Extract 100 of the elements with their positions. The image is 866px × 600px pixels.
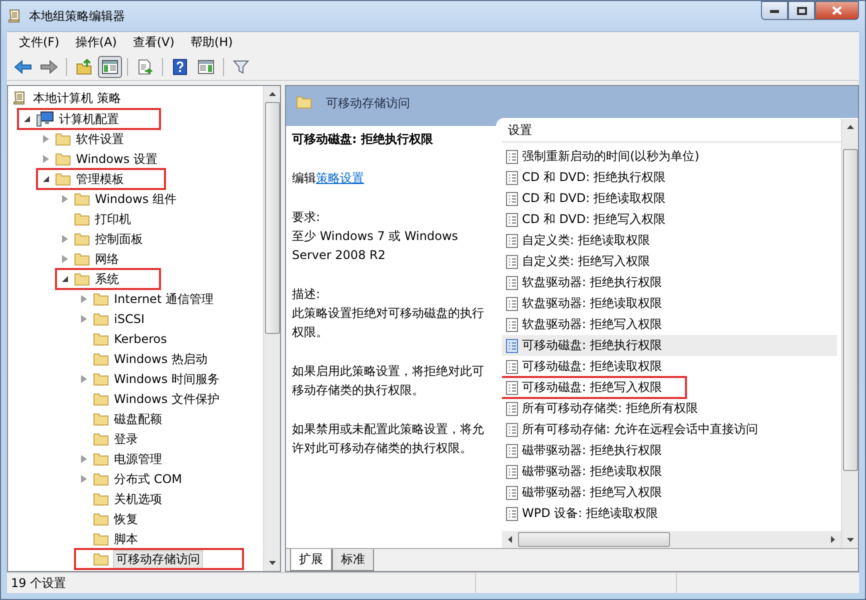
- tree-item[interactable]: 本地计算机 策略: [8, 88, 122, 108]
- tree-item[interactable]: Windows 时间服务: [75, 369, 220, 389]
- status-text: 19 个设置: [10, 574, 68, 592]
- view-tab[interactable]: 扩展: [290, 549, 332, 571]
- setting-item[interactable]: 磁带驱动器: 拒绝读取权限: [502, 461, 837, 482]
- policy-icon: [506, 402, 518, 416]
- tree-item[interactable]: 脚本: [75, 529, 139, 549]
- description-paragraph: 如果禁用或未配置此策略设置，将允许对此可移动存储类的执行权限。: [292, 421, 485, 457]
- expand-arrow-icon[interactable]: [62, 195, 68, 203]
- expand-arrow-icon[interactable]: [81, 475, 87, 483]
- setting-item[interactable]: 软盘驱动器: 拒绝读取权限: [502, 293, 837, 314]
- policy-icon: [506, 318, 518, 332]
- forward-arrow-icon: [40, 60, 58, 74]
- tree-item[interactable]: 分布式 COM: [75, 469, 183, 489]
- folder-icon: [93, 532, 109, 546]
- expand-arrow-icon[interactable]: [62, 255, 68, 263]
- menu-item[interactable]: 操作(A): [67, 32, 125, 53]
- tree-item[interactable]: iSCSI: [75, 309, 146, 329]
- tree-item[interactable]: 恢复: [75, 509, 139, 529]
- setting-item[interactable]: 软盘驱动器: 拒绝写入权限: [502, 314, 837, 335]
- toolbar-button[interactable]: [98, 56, 122, 78]
- expand-arrow-icon[interactable]: [81, 455, 87, 463]
- policy-icon: [506, 192, 518, 206]
- tree-item[interactable]: Windows 热启动: [75, 349, 208, 369]
- scroll-thumb[interactable]: [842, 149, 858, 471]
- setting-item[interactable]: 磁带驱动器: 拒绝写入权限: [502, 482, 837, 503]
- folder-icon: [93, 352, 109, 366]
- policy-icon: [506, 234, 518, 248]
- scroll-left-icon: [508, 536, 512, 543]
- folder-icon: [93, 512, 109, 526]
- scrollbar[interactable]: [502, 531, 841, 548]
- expand-arrow-icon[interactable]: [81, 375, 87, 383]
- requirements-text: 至少 Windows 7 或 Windows Server 2008 R2: [292, 228, 460, 264]
- expand-arrow-icon[interactable]: [81, 295, 87, 303]
- setting-item[interactable]: 所有可移动存储类: 拒绝所有权限: [502, 398, 837, 419]
- collapse-arrow-icon[interactable]: [24, 116, 30, 122]
- tree-item[interactable]: 控制面板: [56, 229, 144, 249]
- scroll-thumb[interactable]: [264, 102, 280, 334]
- collapse-arrow-icon[interactable]: [62, 276, 68, 282]
- tree-item[interactable]: 管理模板: [37, 169, 165, 189]
- setting-item[interactable]: WPD 设备: 拒绝读取权限: [502, 503, 837, 524]
- folder-icon: [296, 95, 312, 109]
- setting-item[interactable]: 自定义类: 拒绝写入权限: [502, 251, 837, 272]
- tree-item[interactable]: 系统: [56, 269, 160, 289]
- description-paragraph: 此策略设置拒绝对可移动磁盘的执行权限。: [292, 305, 485, 341]
- minimize-button[interactable]: [761, 1, 788, 20]
- tree-item[interactable]: Internet 通信管理: [75, 289, 214, 309]
- setting-item[interactable]: 可移动磁盘: 拒绝读取权限: [502, 356, 837, 377]
- scroll-up-icon: [268, 92, 276, 96]
- tree-item[interactable]: 登录: [75, 429, 139, 449]
- scroll-down-icon: [268, 561, 276, 565]
- tree-item[interactable]: 打印机: [56, 209, 132, 229]
- tree-item[interactable]: Windows 设置: [37, 149, 158, 169]
- expand-arrow-icon[interactable]: [62, 235, 68, 243]
- expand-arrow-icon[interactable]: [81, 315, 87, 323]
- setting-item[interactable]: CD 和 DVD: 拒绝读取权限: [502, 188, 837, 209]
- column-header[interactable]: 设置: [502, 119, 841, 143]
- setting-item[interactable]: CD 和 DVD: 拒绝执行权限: [502, 167, 837, 188]
- setting-item[interactable]: 所有可移动存储: 允许在远程会话中直接访问: [502, 419, 837, 440]
- menu-item[interactable]: 帮助(H): [182, 32, 241, 53]
- setting-item[interactable]: 可移动磁盘: 拒绝执行权限: [502, 335, 837, 356]
- policy-icon: [506, 444, 518, 458]
- setting-item[interactable]: 强制重新启动的时间(以秒为单位): [502, 146, 837, 167]
- edit-policy-text: 编辑策略设置: [292, 170, 365, 187]
- scrollbar[interactable]: [263, 86, 280, 571]
- tree-item[interactable]: Windows 组件: [56, 189, 178, 209]
- tree-item[interactable]: Windows 文件保护: [75, 389, 220, 409]
- menu-item[interactable]: 查看(V): [124, 32, 182, 53]
- tree-item[interactable]: 电源管理: [75, 449, 163, 469]
- maximize-button[interactable]: [788, 1, 815, 20]
- tree-item[interactable]: 软件设置: [37, 129, 125, 149]
- folder-icon: [55, 152, 71, 166]
- collapse-arrow-icon[interactable]: [43, 176, 49, 182]
- filter-icon: [233, 58, 249, 74]
- expand-arrow-icon[interactable]: [43, 155, 49, 163]
- close-button[interactable]: [815, 1, 859, 20]
- menu-item[interactable]: 文件(F): [11, 32, 68, 53]
- tree-item[interactable]: 关机选项: [75, 489, 163, 509]
- tree-item[interactable]: Kerberos: [75, 329, 168, 349]
- folder-icon: [55, 132, 71, 146]
- setting-item[interactable]: 可移动磁盘: 拒绝写入权限: [502, 377, 686, 398]
- tree-item[interactable]: 计算机配置: [18, 109, 160, 129]
- policy-icon: [506, 254, 518, 268]
- setting-item[interactable]: CD 和 DVD: 拒绝写入权限: [502, 209, 837, 230]
- expand-arrow-icon[interactable]: [43, 135, 49, 143]
- description-label: 描述:: [292, 286, 322, 303]
- tree-item[interactable]: 磁盘配额: [75, 409, 163, 429]
- folder-icon: [93, 432, 109, 446]
- folder-icon: [93, 312, 109, 326]
- tree-item[interactable]: 网络: [56, 249, 120, 269]
- scrollbar[interactable]: [841, 119, 858, 548]
- setting-item[interactable]: 自定义类: 拒绝读取权限: [502, 230, 837, 251]
- policy-settings-link[interactable]: 策略设置: [316, 171, 364, 185]
- view-tab[interactable]: 标准: [332, 549, 374, 571]
- folder-icon: [93, 332, 109, 346]
- setting-item[interactable]: 磁带驱动器: 拒绝执行权限: [502, 440, 837, 461]
- scroll-thumb[interactable]: [518, 532, 670, 547]
- setting-item[interactable]: 软盘驱动器: 拒绝执行权限: [502, 272, 837, 293]
- policy-icon: [506, 276, 518, 290]
- policy-icon: [506, 212, 518, 226]
